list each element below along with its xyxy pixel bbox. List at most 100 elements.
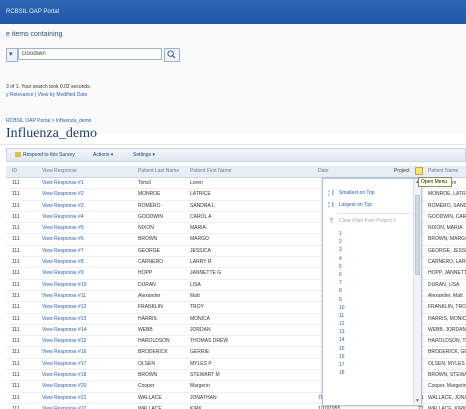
filter-value[interactable]: 3 xyxy=(339,247,345,255)
view-response-link[interactable]: View Response #8 xyxy=(42,259,84,265)
view-response-link[interactable]: View Response #20 xyxy=(42,383,86,389)
view-response-link[interactable]: View Response #17 xyxy=(42,361,86,367)
row-patient-name: CARNERO, LARRY R xyxy=(428,259,466,266)
row-patient-name: GEORGE, JESSICA xyxy=(428,247,466,254)
row-id: 111 xyxy=(12,383,20,390)
row-last-name: CARNERO xyxy=(138,259,164,266)
row-id: 111 xyxy=(12,191,20,198)
app-title: RCBSIL OAP Portal xyxy=(6,9,60,15)
scroll-down-icon[interactable]: ▼ xyxy=(415,399,420,404)
row-last-name: MONROE xyxy=(138,191,161,198)
view-response-link[interactable]: View Response #3 xyxy=(42,203,84,209)
top-banner: RCBSIL OAP Portal xyxy=(0,0,466,25)
view-response-link[interactable]: View Response #18 xyxy=(42,372,86,378)
row-patient-name: MONROE, LATRICE xyxy=(428,191,466,198)
row-last-name: WEBB xyxy=(138,326,153,333)
view-response-link[interactable]: View Response #14 xyxy=(42,327,86,333)
sort-smallest-on-top[interactable]: Smallest on Top xyxy=(339,190,374,196)
filter-value[interactable]: 15 xyxy=(339,346,345,354)
row-last-name: ROMERO xyxy=(138,202,161,209)
row-patient-name: Cooper, Margerin xyxy=(428,383,466,390)
view-response-link[interactable]: View Response #13 xyxy=(42,316,86,322)
filter-value[interactable]: 2 xyxy=(339,239,345,247)
col-date[interactable]: Date xyxy=(318,168,329,174)
row-first-name: LARRY R xyxy=(190,259,212,266)
sort-ascending-icon: A Z xyxy=(328,189,334,196)
row-first-name: JANNETTE G xyxy=(190,270,222,277)
view-response-link[interactable]: View Response #4 xyxy=(42,214,84,220)
filter-value[interactable]: 16 xyxy=(339,354,345,362)
filter-value[interactable]: 13 xyxy=(339,329,345,337)
view-response-link[interactable]: View Response #1 xyxy=(42,180,84,186)
filter-value[interactable]: 18 xyxy=(339,370,345,378)
view-response-link[interactable]: View Response #2 xyxy=(42,191,84,197)
search-button[interactable] xyxy=(164,48,180,62)
col-patient-name[interactable]: Patient Name xyxy=(428,168,458,174)
settings-menu[interactable]: Settings ▾ xyxy=(133,152,155,158)
filter-value[interactable]: 12 xyxy=(339,321,345,329)
sort-modified[interactable]: View by Modified Date xyxy=(38,92,88,98)
col-first-name[interactable]: Patient First Name xyxy=(190,168,231,174)
row-first-name: MARIA xyxy=(190,225,206,232)
view-response-link[interactable]: View Response #12 xyxy=(42,304,86,310)
row-first-name: MYLES P xyxy=(190,360,212,367)
row-patient-name: Alexander, Matt xyxy=(428,292,463,299)
view-response-link[interactable]: View Response #11 xyxy=(42,293,86,299)
col-id[interactable]: ID xyxy=(12,168,17,174)
table-header: ID View Response Patient Last Name Patie… xyxy=(6,166,466,178)
row-id: 111 xyxy=(12,259,20,266)
project-filter-dropdown[interactable] xyxy=(415,167,423,175)
breadcrumb[interactable]: RCBSIL OAP Portal > Influenza_demo xyxy=(6,118,97,124)
view-response-link[interactable]: View Response #21 xyxy=(42,395,86,401)
sort-relevance[interactable]: y Relevance xyxy=(6,92,34,98)
filter-value[interactable]: 10 xyxy=(339,305,345,313)
sort-options: y Relevance | View by Modified Date xyxy=(6,92,87,98)
filter-value[interactable]: 8 xyxy=(339,288,345,296)
filter-value[interactable]: 14 xyxy=(339,337,345,345)
row-patient-name: FRANKLIN, TROY xyxy=(428,304,466,311)
divider xyxy=(0,144,466,145)
filter-value[interactable]: 5 xyxy=(339,264,345,272)
view-response-link[interactable]: View Response #15 xyxy=(42,338,86,344)
row-id: 111 xyxy=(12,180,20,186)
sort-largest-on-top[interactable]: Largest on Top xyxy=(339,202,372,208)
row-last-name: HOPP xyxy=(138,270,153,277)
respond-button[interactable]: Respond to this Survey xyxy=(15,152,75,158)
filter-value[interactable]: 11 xyxy=(339,313,345,321)
respond-label: Respond to this Survey xyxy=(23,152,75,158)
search-scope-dropdown[interactable]: ▾ xyxy=(6,48,18,62)
scroll-thumb[interactable] xyxy=(415,195,420,275)
view-response-link[interactable]: View Response #16 xyxy=(42,349,86,355)
col-view-response[interactable]: View Response xyxy=(42,168,77,174)
filter-value[interactable]: 7 xyxy=(339,280,345,288)
filter-value[interactable]: 6 xyxy=(339,272,345,280)
chevron-down-icon: ▾ xyxy=(9,51,13,58)
filter-value[interactable]: 17 xyxy=(339,362,345,370)
menu-scrollbar[interactable]: ▲ ▼ xyxy=(413,179,421,405)
col-project[interactable]: Project xyxy=(394,168,410,174)
view-response-link[interactable]: View Response #6 xyxy=(42,236,84,242)
page-title: Influenza_demo xyxy=(6,126,97,141)
actions-label: Actions xyxy=(93,152,110,158)
row-first-name: Margerin xyxy=(190,383,210,390)
row-first-name: Matt xyxy=(190,292,200,299)
filter-value[interactable]: 4 xyxy=(339,256,345,264)
row-id: 111 xyxy=(12,372,20,379)
row-id: 111 xyxy=(12,326,20,333)
row-first-name: MONICA xyxy=(190,315,210,322)
filter-value[interactable]: 1 xyxy=(339,231,345,239)
row-last-name: NIXON xyxy=(138,225,154,232)
row-patient-name: BROWN, MARGO xyxy=(428,236,466,243)
chevron-down-icon: ▾ xyxy=(110,152,114,158)
row-last-name: HAROLDSON xyxy=(138,338,170,345)
actions-menu[interactable]: Actions ▾ xyxy=(93,152,113,158)
view-response-link[interactable]: View Response #7 xyxy=(42,248,84,254)
view-response-link[interactable]: View Response #5 xyxy=(42,225,84,231)
search-input[interactable] xyxy=(18,48,162,60)
col-last-name[interactable]: Patient Last Name xyxy=(138,168,179,174)
view-response-link[interactable]: View Response #9 xyxy=(42,270,84,276)
view-response-link[interactable]: View Response #10 xyxy=(42,282,86,288)
row-id: 111 xyxy=(12,315,20,322)
row-patient-name: OLSEN, MYLES P xyxy=(428,360,466,367)
filter-value[interactable]: 9 xyxy=(339,297,345,305)
